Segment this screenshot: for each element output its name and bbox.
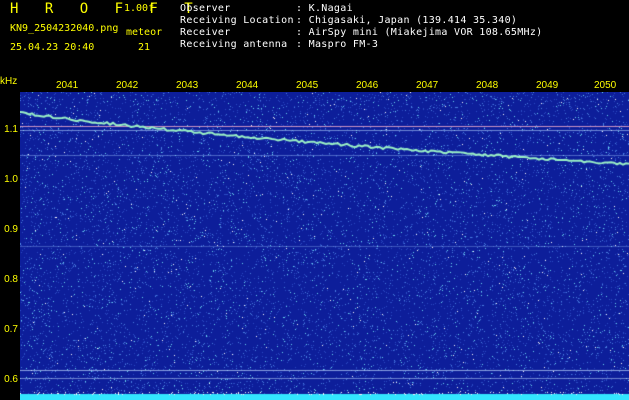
meteor-count: 21: [138, 42, 151, 53]
meteor-label: meteor: [126, 27, 163, 38]
y-tick-label: 0.8: [4, 274, 18, 285]
x-tick-label: 2045: [296, 80, 319, 91]
x-tick-label: 2046: [356, 80, 379, 91]
y-tick-label: 0.6: [4, 374, 18, 385]
x-tick-label: 2043: [176, 80, 199, 91]
info-row-location: Receiving Location: Chigasaki, Japan (13…: [180, 16, 517, 26]
x-tick-label: 2049: [536, 80, 559, 91]
info-value: : AirSpy mini (Miakejima VOR 108.65MHz): [296, 27, 543, 38]
info-key: Receiving antenna: [180, 39, 288, 50]
x-tick-label: 2044: [236, 80, 259, 91]
info-row-receiver: Receiver : AirSpy mini (Miakejima VOR 108…: [180, 28, 543, 38]
spectrogram-canvas: [20, 92, 629, 400]
file-name: KN9_2504232040.png: [10, 23, 119, 34]
x-tick-label: 2041: [56, 80, 79, 91]
info-key: Receiving Location: [180, 15, 294, 26]
header-panel: H R O F F T 1.00f KN9_2504232040.png 25.…: [0, 0, 629, 78]
y-tick-label: 0.9: [4, 224, 18, 235]
y-axis-unit: kHz: [0, 76, 18, 87]
y-tick-label: 1.1: [4, 124, 18, 135]
capture-datetime: 25.04.23 20:40: [10, 42, 95, 53]
info-value: : Maspro FM-3: [296, 39, 379, 50]
x-tick-label: 2042: [116, 80, 139, 91]
info-key: Observer: [180, 3, 231, 14]
x-tick-label: 2050: [594, 80, 617, 91]
info-value: : Chigasaki, Japan (139.414 35.340): [296, 15, 518, 26]
info-row-observer: Observer : K.Nagai: [180, 4, 353, 14]
info-value: : K.Nagai: [296, 3, 353, 14]
x-tick-label: 2047: [416, 80, 439, 91]
app-title: H R O F F T: [10, 1, 202, 17]
y-tick-label: 0.7: [4, 324, 18, 335]
info-key: Receiver: [180, 27, 231, 38]
y-tick-label: 1.0: [4, 174, 18, 185]
x-tick-label: 2048: [476, 80, 499, 91]
info-row-antenna: Receiving antenna : Maspro FM-3: [180, 40, 378, 50]
version-label: 1.00f: [124, 3, 155, 14]
